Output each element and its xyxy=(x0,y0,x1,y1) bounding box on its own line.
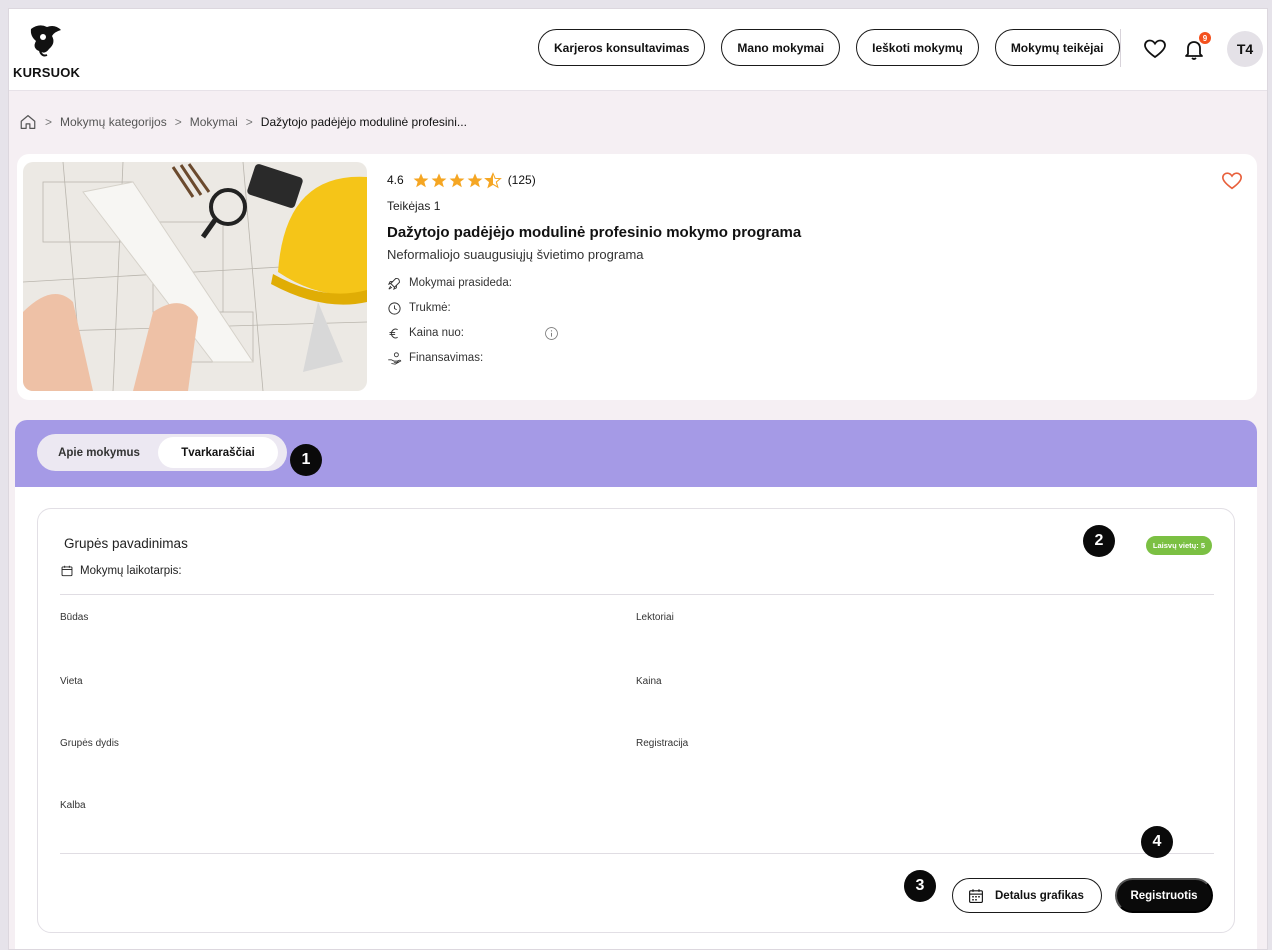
notification-badge: 9 xyxy=(1199,32,1211,44)
star-icon xyxy=(467,172,483,187)
meta-price: Kaina nuo: xyxy=(387,324,801,342)
course-image xyxy=(23,162,367,391)
annotation-marker-4: 4 xyxy=(1141,826,1173,858)
divider xyxy=(60,594,1214,595)
star-icon xyxy=(449,172,465,187)
detailed-schedule-label: Detalus grafikas xyxy=(995,889,1084,902)
nav-providers[interactable]: Mokymų teikėjai xyxy=(994,29,1120,66)
rating-value: 4.6 xyxy=(387,173,404,187)
course-title: Dažytojo padėjėjo modulinė profesinio mo… xyxy=(387,224,802,241)
divider xyxy=(60,853,1214,854)
breadcrumb-separator: > xyxy=(245,115,253,129)
rocket-icon xyxy=(387,277,400,290)
breadcrumb-separator: > xyxy=(174,115,182,129)
logo[interactable]: KURSUOK xyxy=(13,21,93,81)
field-group-size: Grupės dydis xyxy=(60,738,119,749)
field-price: Kaina xyxy=(636,676,662,687)
favorite-heart-icon[interactable] xyxy=(1221,170,1243,192)
annotation-marker-2: 2 xyxy=(1083,525,1115,557)
breadcrumb-trainings[interactable]: Mokymai xyxy=(190,115,238,129)
breadcrumb-current: Dažytojo padėjėjo modulinė profesini... xyxy=(260,115,467,129)
breadcrumb: > Mokymų kategorijos > Mokymai > Dažytoj… xyxy=(19,113,467,131)
header-divider xyxy=(1120,29,1121,67)
meta-duration: Trukmė: xyxy=(387,299,801,317)
course-info: 4.6 (125) Teikėjas 1 Dažytojo padėjėjo m… xyxy=(387,171,801,374)
field-method: Būdas xyxy=(60,612,89,623)
group-period: Mokymų laikotarpis: xyxy=(60,564,182,578)
course-card: 4.6 (125) Teikėjas 1 Dažytojo padėjėjo m… xyxy=(17,154,1257,400)
logo-text: KURSUOK xyxy=(13,65,81,80)
rating-stars xyxy=(412,171,502,189)
meta-duration-label: Trukmė: xyxy=(409,302,451,314)
provider-name[interactable]: Teikėjas 1 xyxy=(387,199,801,213)
nav-search-trainings[interactable]: Ieškoti mokymų xyxy=(856,29,979,66)
register-button[interactable]: Registruotis xyxy=(1115,878,1213,913)
meta-funding: Finansavimas: xyxy=(387,349,801,367)
tab-about[interactable]: Apie mokymus xyxy=(40,437,158,468)
tab-bar: Apie mokymus Tvarkaraščiai 1 xyxy=(15,420,1257,487)
calendar-icon xyxy=(61,565,73,577)
meta-start-label: Mokymai prasideda: xyxy=(409,277,512,289)
rating-row: 4.6 (125) xyxy=(387,171,801,189)
meta-price-label: Kaina nuo: xyxy=(409,327,464,339)
group-name-label: Grupės pavadinimas xyxy=(64,536,188,551)
tab-schedules[interactable]: Tvarkaraščiai xyxy=(158,437,278,468)
breadcrumb-categories[interactable]: Mokymų kategorijos xyxy=(60,115,167,129)
tabs: Apie mokymus Tvarkaraščiai xyxy=(37,434,287,471)
home-icon[interactable] xyxy=(19,113,37,131)
field-lecturers: Lektoriai xyxy=(636,612,674,623)
app-window: KURSUOK Karjeros konsultavimas Mano moky… xyxy=(8,8,1268,950)
main-nav: Karjeros konsultavimas Mano mokymai Iešk… xyxy=(538,29,1120,66)
field-location: Vieta xyxy=(60,676,83,687)
field-language: Kalba xyxy=(60,800,86,811)
free-seats-badge: Laisvų vietų: 5 xyxy=(1145,536,1212,555)
annotation-marker-1: 1 xyxy=(290,444,322,476)
top-header: KURSUOK Karjeros konsultavimas Mano moky… xyxy=(9,9,1267,91)
group-period-label: Mokymų laikotarpis: xyxy=(80,565,182,577)
star-icon xyxy=(413,172,429,187)
group-card: Grupės pavadinimas Mokymų laikotarpis: 2… xyxy=(37,508,1235,933)
euro-icon xyxy=(389,328,398,338)
star-icon xyxy=(431,172,447,187)
calendar-grid-icon xyxy=(969,888,983,903)
logo-icon xyxy=(30,25,61,57)
course-subtitle: Neformaliojo suaugusiųjų švietimo progra… xyxy=(387,247,644,262)
meta-funding-label: Finansavimas: xyxy=(409,352,484,364)
course-meta: Mokymai prasideda: Trukmė: Kaina nuo: Fi… xyxy=(387,274,801,367)
field-registration: Registracija xyxy=(636,738,689,749)
nav-my-trainings[interactable]: Mano mokymai xyxy=(721,29,841,66)
reviews-count[interactable]: (125) xyxy=(508,173,536,187)
schedule-panel: Apie mokymus Tvarkaraščiai 1 Grupės pava… xyxy=(15,420,1257,949)
annotation-marker-3: 3 xyxy=(904,870,936,902)
breadcrumb-separator: > xyxy=(45,115,53,129)
detailed-schedule-button[interactable]: Detalus grafikas xyxy=(952,878,1102,913)
star-half-icon xyxy=(483,171,502,188)
avatar[interactable]: T4 xyxy=(1227,31,1263,67)
meta-start: Mokymai prasideda: xyxy=(387,274,801,292)
hand-coin-icon xyxy=(388,351,402,365)
clock-icon xyxy=(388,301,401,315)
info-icon[interactable] xyxy=(544,326,559,341)
heart-icon[interactable] xyxy=(1143,37,1167,61)
nav-career-consulting[interactable]: Karjeros konsultavimas xyxy=(538,29,706,66)
